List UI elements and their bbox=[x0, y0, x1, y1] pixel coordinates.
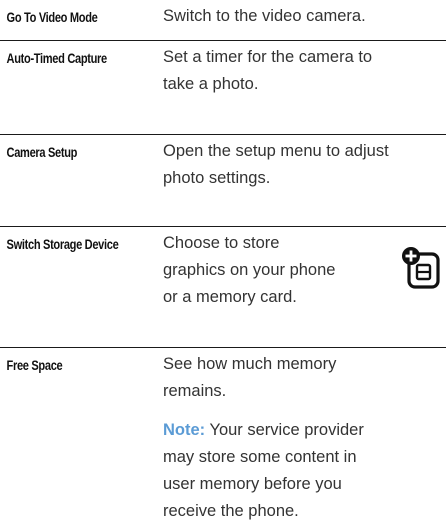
option-label: Free Space bbox=[6, 358, 63, 373]
options-table: Go To Video Mode Switch to the video cam… bbox=[0, 0, 446, 520]
table-row: Camera Setup Open the setup menu to adju… bbox=[0, 134, 446, 226]
note-line: Note: Your service provider bbox=[163, 417, 442, 444]
table-row: Auto-Timed Capture Set a timer for the c… bbox=[0, 40, 446, 134]
option-label: Switch Storage Device bbox=[6, 237, 119, 252]
description-line: remains. bbox=[163, 382, 227, 400]
table-row: Free Space See how much memory remains. … bbox=[0, 347, 446, 520]
option-label: Camera Setup bbox=[6, 145, 78, 160]
option-label: Go To Video Mode bbox=[6, 10, 98, 25]
option-description: See how much memory remains. Note: Your … bbox=[162, 348, 446, 520]
option-description: Switch to the video camera. bbox=[162, 0, 446, 40]
description-line: See how much memory bbox=[163, 355, 337, 373]
option-label: Auto-Timed Capture bbox=[6, 51, 108, 66]
note-text: Your service provider bbox=[205, 421, 364, 439]
description-line: Open the setup menu to adjust bbox=[163, 142, 389, 160]
description-line: photo settings. bbox=[163, 169, 271, 187]
description-line: take a photo. bbox=[163, 75, 259, 93]
table-row: Go To Video Mode Switch to the video cam… bbox=[0, 0, 446, 40]
option-description: Set a timer for the camera to take a pho… bbox=[162, 41, 446, 134]
note-line: user memory before you bbox=[163, 475, 342, 493]
memory-card-feature-icon bbox=[402, 247, 440, 289]
note-block: Note: Your service provider may store so… bbox=[163, 417, 442, 525]
description-line: Set a timer for the camera to bbox=[163, 48, 373, 66]
table-row: Switch Storage Device Choose to store gr… bbox=[0, 226, 446, 347]
description-line: Switch to the video camera. bbox=[163, 7, 366, 25]
option-description: Open the setup menu to adjust photo sett… bbox=[162, 135, 446, 226]
note-line: receive the phone. bbox=[163, 502, 299, 520]
note-line: may store some content in bbox=[163, 448, 357, 466]
note-label: Note: bbox=[163, 421, 206, 439]
